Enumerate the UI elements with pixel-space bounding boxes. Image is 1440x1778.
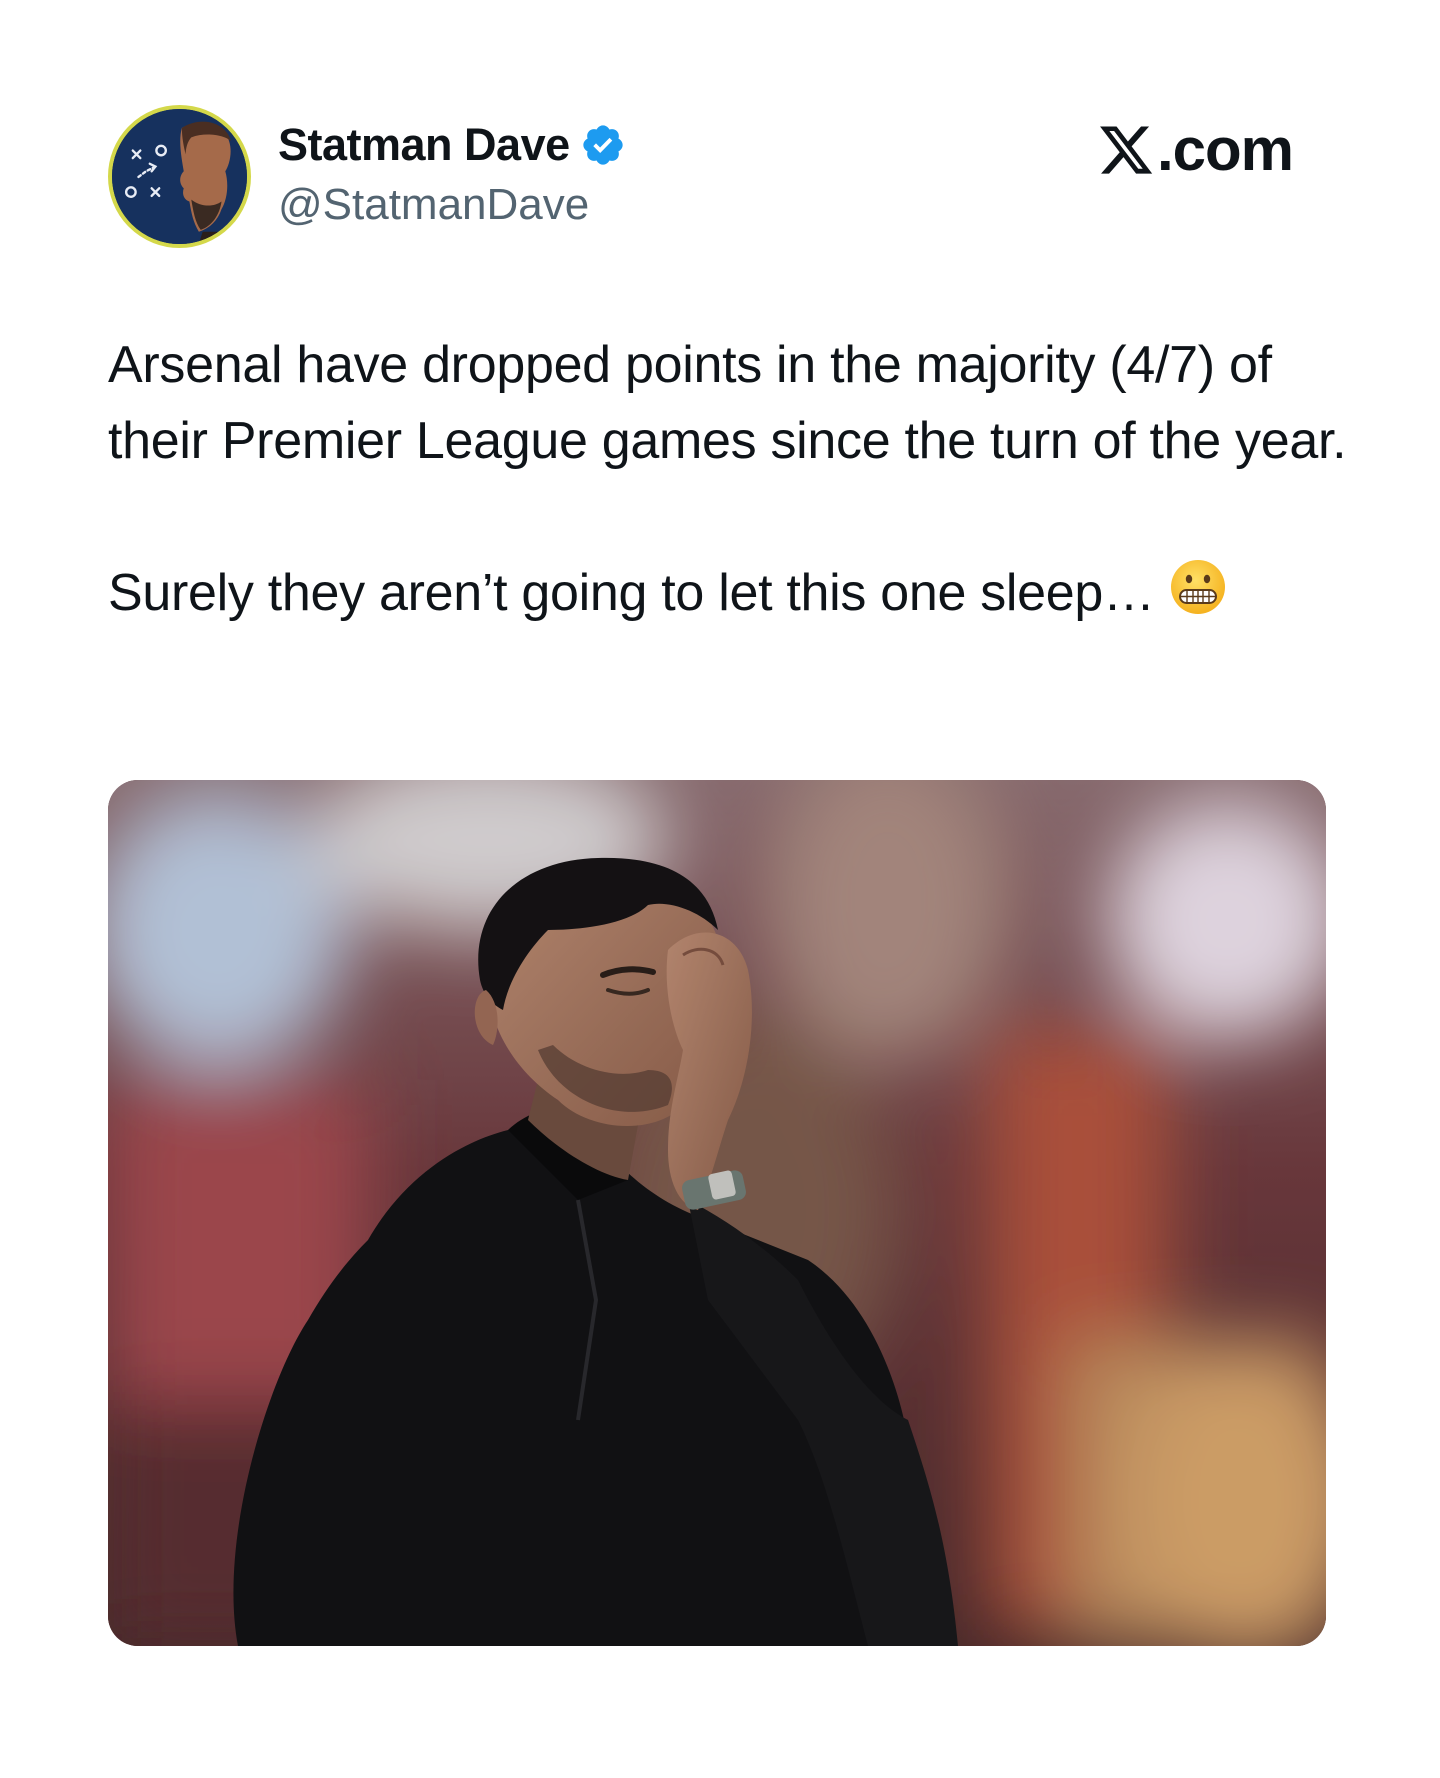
- verified-badge-icon: [580, 122, 626, 168]
- tweet-paragraph-text: Surely they aren’t going to let this one…: [108, 564, 1155, 622]
- tweet-card: Statman Dave @StatmanDave .com Arsenal h…: [0, 0, 1440, 1778]
- tweet-text: Arsenal have dropped points in the major…: [108, 327, 1348, 631]
- brand-label: .com: [1156, 116, 1294, 183]
- brand-mark: .com: [1097, 115, 1294, 185]
- tweet-paragraph: Arsenal have dropped points in the major…: [108, 336, 1347, 470]
- tweet-paragraph-with-emoji: Surely they aren’t going to let this one…: [108, 555, 1348, 631]
- tactics-board-avatar-icon: [112, 109, 247, 244]
- avatar[interactable]: [108, 105, 251, 248]
- photo-illustration: [108, 780, 1326, 1646]
- display-name-row: Statman Dave: [278, 117, 626, 173]
- tweet-header: Statman Dave @StatmanDave .com: [108, 105, 1328, 250]
- user-handle[interactable]: @StatmanDave: [278, 175, 626, 235]
- display-name[interactable]: Statman Dave: [278, 117, 570, 173]
- user-block: Statman Dave @StatmanDave: [278, 117, 626, 235]
- tweet-media-photo[interactable]: [108, 780, 1326, 1646]
- grimacing-face-emoji-icon: [1169, 558, 1227, 616]
- x-logo-icon: [1097, 121, 1155, 179]
